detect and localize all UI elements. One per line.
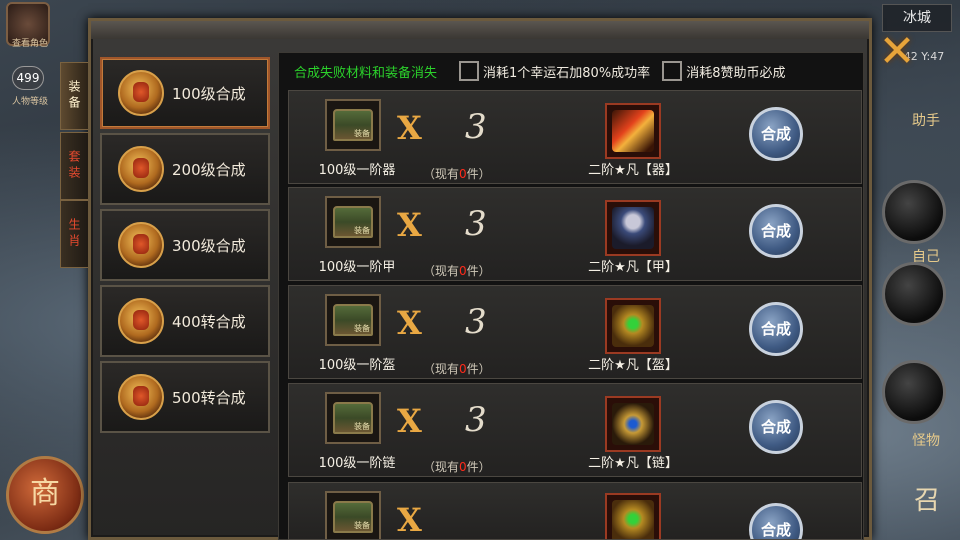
level-item-400[interactable]: 400转合成: [100, 285, 270, 357]
skill-orb-middle[interactable]: [882, 262, 946, 326]
necklace-icon: [612, 403, 654, 445]
craft-button[interactable]: 合成: [749, 503, 803, 539]
player-level-badge: 499: [12, 66, 44, 90]
material-name: 100级一阶盔: [318, 358, 396, 373]
equipment-chest-icon: [333, 109, 373, 141]
result-slot[interactable]: [605, 493, 661, 539]
equipment-chest-icon: [333, 206, 373, 238]
material-name: 100级一阶器: [318, 163, 396, 178]
right-hud: 冰城 42 Y:47 助手 自己 怪物 召: [870, 0, 960, 540]
required-quantity: 3: [465, 204, 487, 244]
level-item-label: 100级合成: [172, 84, 246, 103]
sponsor-coin-option-label: 消耗8赞助币必成: [686, 65, 786, 81]
recipe-row: 100级一阶器 X 3 （现有0件） 二阶★凡【器】 合成: [288, 90, 862, 184]
result-name: 二阶★凡【盔】: [588, 358, 678, 373]
tab-suit[interactable]: 套装: [60, 132, 88, 200]
sponsor-coin-checkbox[interactable]: [662, 61, 683, 81]
craft-button[interactable]: 合成: [749, 400, 803, 454]
required-quantity: 3: [465, 400, 487, 440]
lucky-stone-option-label: 消耗1个幸运石加80%成功率: [483, 65, 651, 81]
equipment-chest-icon: [333, 501, 373, 533]
medal-icon: [118, 222, 164, 268]
tab-zodiac[interactable]: 生肖: [60, 200, 88, 268]
craft-button[interactable]: 合成: [749, 302, 803, 356]
owned-count: （现有0件）: [423, 264, 491, 278]
recipe-row: 100级一阶链 X 3 （现有0件） 二阶★凡【链】 合成: [288, 383, 862, 477]
skill-orb-top[interactable]: [882, 180, 946, 244]
material-slot[interactable]: [325, 294, 381, 346]
failure-warning: 合成失败材料和装备消失: [294, 65, 438, 81]
result-name: 二阶★凡【器】: [588, 163, 678, 178]
result-slot[interactable]: [605, 396, 661, 452]
level-item-label: 500转合成: [172, 388, 246, 407]
level-item-200[interactable]: 200级合成: [100, 133, 270, 205]
level-item-500[interactable]: 500转合成: [100, 361, 270, 433]
options-bar: 合成失败材料和装备消失 消耗1个幸运石加80%成功率 消耗8赞助币必成: [278, 56, 864, 86]
recipe-row: 100级一阶盔 X 3 （现有0件） 二阶★凡【盔】 合成: [288, 285, 862, 379]
armor-icon: [612, 207, 654, 249]
owned-count: （现有0件）: [423, 362, 491, 376]
skill-orb-bottom[interactable]: [882, 360, 946, 424]
multiply-sign: X: [397, 501, 422, 539]
tab-equipment[interactable]: 装备: [60, 62, 88, 130]
character-view-label: 查看角色: [11, 39, 48, 49]
result-name: 二阶★凡【链】: [588, 456, 678, 471]
weapon-icon: [612, 110, 654, 152]
level-item-label: 200级合成: [172, 160, 246, 179]
multiply-sign: X: [397, 206, 422, 244]
craft-button[interactable]: 合成: [749, 107, 803, 161]
required-quantity: 3: [465, 302, 487, 342]
owned-count: （现有0件）: [423, 460, 491, 474]
shop-button[interactable]: 商: [6, 456, 84, 534]
lucky-stone-checkbox[interactable]: [459, 61, 480, 81]
item-icon: [612, 500, 654, 539]
level-item-label: 300级合成: [172, 236, 246, 255]
recipe-row-partial: X 合成: [288, 482, 862, 540]
required-quantity: 3: [465, 107, 487, 147]
result-name: 二阶★凡【甲】: [588, 260, 678, 275]
medal-icon: [118, 146, 164, 192]
result-slot[interactable]: [605, 298, 661, 354]
equipment-chest-icon: [333, 402, 373, 434]
level-item-100[interactable]: 100级合成: [100, 57, 270, 129]
result-slot[interactable]: [605, 103, 661, 159]
material-name: 100级一阶甲: [318, 260, 396, 275]
material-slot[interactable]: [325, 196, 381, 248]
summon-label[interactable]: 召: [914, 480, 940, 517]
material-slot[interactable]: [325, 491, 381, 539]
player-level-label: 人物等级: [11, 97, 48, 107]
material-slot[interactable]: [325, 99, 381, 151]
craft-button[interactable]: 合成: [749, 204, 803, 258]
multiply-sign: X: [397, 402, 422, 440]
helmet-icon: [612, 305, 654, 347]
equipment-chest-icon: [333, 304, 373, 336]
multiply-sign: X: [397, 304, 422, 342]
owned-count: （现有0件）: [423, 167, 491, 181]
multiply-sign: X: [397, 109, 422, 147]
result-slot[interactable]: [605, 200, 661, 256]
level-item-label: 400转合成: [172, 312, 246, 331]
medal-icon: [118, 70, 164, 116]
monster-label: 怪物: [912, 433, 940, 449]
material-slot[interactable]: [325, 392, 381, 444]
medal-icon: [118, 374, 164, 420]
level-item-300[interactable]: 300级合成: [100, 209, 270, 281]
close-icon[interactable]: ✕: [876, 30, 918, 74]
medal-icon: [118, 298, 164, 344]
panel-title-bar: [91, 21, 869, 39]
material-name: 100级一阶链: [318, 456, 396, 471]
recipe-row: 100级一阶甲 X 3 （现有0件） 二阶★凡【甲】 合成: [288, 187, 862, 281]
assistant-label: 助手: [912, 113, 940, 129]
